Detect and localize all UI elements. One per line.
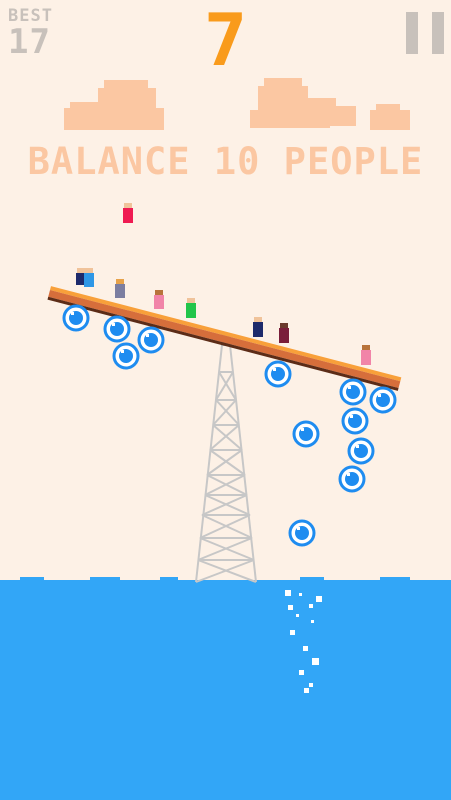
splash-sparkles: [285, 590, 322, 693]
bubble-icon: [338, 465, 366, 493]
sea-waves: [20, 577, 410, 581]
bubble-icon: [288, 519, 316, 547]
bubble-icon: [341, 407, 369, 435]
person-7: [279, 323, 289, 343]
person-6: [253, 317, 263, 337]
bubble-icon: [369, 386, 397, 414]
person-4: [154, 290, 164, 309]
person-8: [361, 345, 371, 365]
plank: [47, 286, 402, 391]
bubble-icon: [339, 378, 367, 406]
bubble-icon: [103, 315, 131, 343]
bubble-icon: [62, 304, 90, 332]
bubble-icon: [112, 342, 140, 370]
tower: [195, 344, 257, 583]
bubble-icon: [347, 437, 375, 465]
falling-person: [123, 203, 133, 223]
bubble-icon: [137, 326, 165, 354]
person-2: [84, 268, 94, 287]
person-5: [186, 298, 196, 318]
bubble-icon: [264, 360, 292, 388]
person-3: [115, 279, 125, 298]
game-scene: [20, 203, 410, 693]
bubble-icon: [292, 420, 320, 448]
